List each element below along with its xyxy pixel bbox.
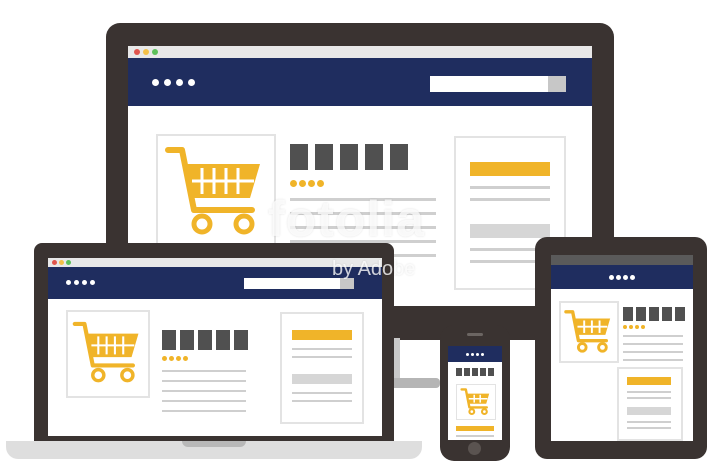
site-navbar <box>128 58 592 106</box>
sidebar-card[interactable] <box>617 367 683 441</box>
product-rating-dots <box>290 180 330 188</box>
product-description-lines <box>623 335 687 365</box>
browser-chrome <box>551 255 693 265</box>
product-title-blocks <box>456 368 496 376</box>
product-image-card[interactable] <box>156 134 276 248</box>
window-min-dot <box>143 49 149 55</box>
search-bar[interactable] <box>430 76 566 92</box>
search-button[interactable] <box>548 76 566 92</box>
phone-speaker <box>467 333 483 336</box>
description-line <box>456 435 494 437</box>
watermark-brand: fotolia <box>268 191 425 247</box>
trackpad-notch <box>182 441 246 447</box>
menu-dots-icon[interactable] <box>609 275 639 280</box>
window-max-dot <box>152 49 158 55</box>
product-title-blocks <box>290 144 410 170</box>
laptop-screen <box>48 258 382 436</box>
product-image-card[interactable] <box>66 310 150 398</box>
menu-dots-icon[interactable] <box>66 280 102 286</box>
window-close-dot <box>134 49 140 55</box>
product-image-card[interactable] <box>456 384 496 420</box>
product-description-lines <box>162 370 252 430</box>
product-title-blocks <box>623 307 687 321</box>
shopping-cart-icon <box>165 147 260 235</box>
shopping-cart-icon <box>564 310 611 353</box>
product-rating-dots <box>162 356 192 362</box>
home-button[interactable] <box>468 442 481 455</box>
phone-screen <box>448 346 502 440</box>
product-rating-dots <box>623 325 647 330</box>
menu-dots-icon[interactable] <box>466 353 486 356</box>
tablet-screen <box>551 255 693 441</box>
site-navbar <box>448 346 502 362</box>
browser-chrome <box>128 46 592 58</box>
site-navbar <box>551 265 693 289</box>
shopping-cart-icon <box>460 388 490 416</box>
menu-dots-icon[interactable] <box>152 79 200 87</box>
shopping-cart-icon <box>72 321 139 383</box>
product-title-blocks <box>162 330 252 350</box>
cta-bar[interactable] <box>456 426 494 431</box>
product-image-card[interactable] <box>559 301 619 363</box>
laptop-base <box>6 441 422 459</box>
watermark-sub: by Adobe <box>332 258 416 280</box>
sidebar-card[interactable] <box>280 312 364 424</box>
